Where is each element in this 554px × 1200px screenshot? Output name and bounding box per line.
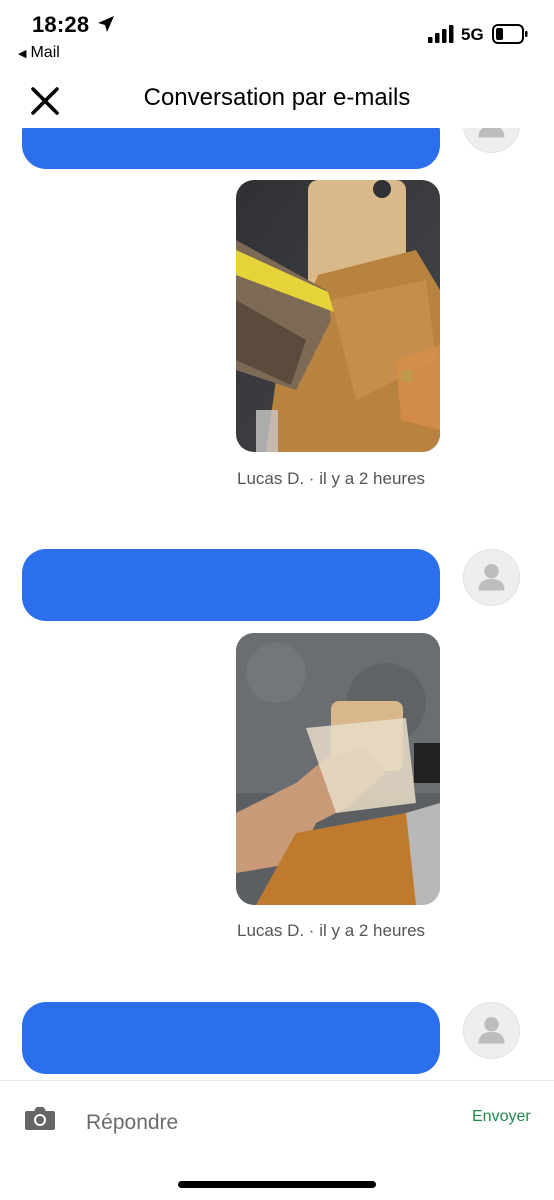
avatar-icon [478,1016,505,1044]
network-label: 5G [461,25,484,44]
avatar [463,1002,520,1059]
status-time: 18:28 [32,12,90,37]
location-arrow-icon [98,16,114,32]
avatar [463,549,520,606]
back-app-label: Mail [30,44,60,61]
message-photo[interactable] [236,633,440,905]
avatar-icon [478,563,505,591]
avatar [463,128,520,153]
message-meta: Lucas D. · il y a 2 heures [237,469,426,488]
conversation-list[interactable]: Lucas D. · il y a 2 heures Lucas D. · il… [0,128,554,1078]
message-bubble[interactable] [22,128,440,169]
header: Conversation par e-mails [0,70,554,128]
page-title: Conversation par e-mails [0,84,554,112]
home-indicator[interactable] [178,1181,376,1188]
avatar-icon [478,128,505,138]
message-photo[interactable] [236,180,440,452]
message-meta: Lucas D. · il y a 2 heures [237,921,426,940]
message-bubble[interactable] [22,1002,440,1074]
reply-bar: Envoyer [0,1080,554,1200]
battery-icon [492,24,528,44]
page-title-text: Conversation par e-mails [143,84,411,111]
message-bubble[interactable] [22,549,440,621]
back-to-app-link[interactable]: ◀ Mail [18,44,60,62]
status-bar: 18:28 ◀ Mail 5G [0,0,554,70]
camera-icon[interactable] [24,1105,56,1131]
send-button[interactable]: Envoyer [472,1108,531,1126]
back-triangle-icon: ◀ [18,47,27,60]
reply-input[interactable] [86,1107,406,1139]
signal-icon [428,25,454,43]
